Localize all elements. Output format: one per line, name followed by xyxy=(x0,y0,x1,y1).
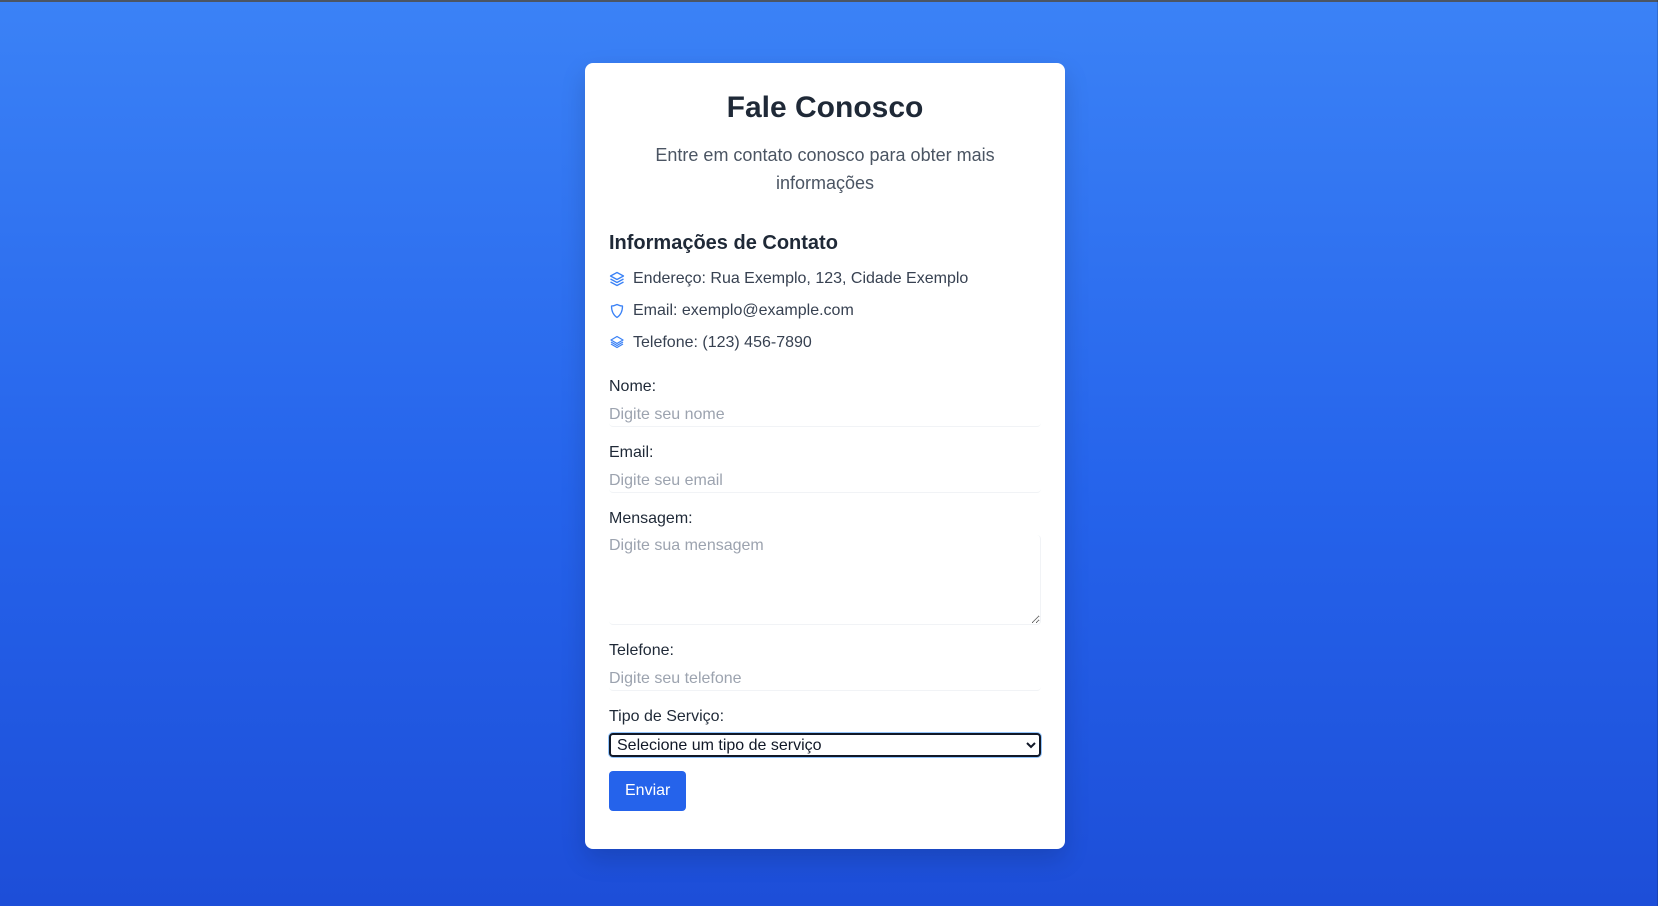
message-textarea[interactable] xyxy=(609,535,1041,625)
contact-email-text: Email: exemplo@example.com xyxy=(633,302,854,319)
contact-form: Nome: Email: Mensagem: Telefone: Tipo de… xyxy=(609,377,1041,811)
name-label: Nome: xyxy=(609,378,657,395)
submit-button[interactable]: Enviar xyxy=(609,771,687,811)
page-subtitle: Entre em contato conosco para obter mais… xyxy=(655,145,995,193)
phone-field-group: Telefone: xyxy=(609,641,1041,691)
service-field-group: Tipo de Serviço: Selecione um tipo de se… xyxy=(609,707,1041,757)
message-field-group: Mensagem: xyxy=(609,509,1041,625)
layers-icon xyxy=(609,335,625,351)
phone-label: Telefone: xyxy=(609,642,674,659)
contact-address: Endereço: Rua Exemplo, 123, Cidade Exemp… xyxy=(609,263,1041,295)
shield-icon xyxy=(609,303,625,319)
contact-phone-text: Telefone: (123) 456-7890 xyxy=(633,334,812,351)
page-title: Fale Conosco xyxy=(726,91,924,124)
message-label: Mensagem: xyxy=(609,510,693,527)
contact-email: Email: exemplo@example.com xyxy=(609,295,1041,327)
email-input[interactable] xyxy=(609,469,1041,493)
layers-icon xyxy=(609,271,625,287)
service-select[interactable]: Selecione um tipo de serviço xyxy=(609,733,1041,757)
contact-address-text: Endereço: Rua Exemplo, 123, Cidade Exemp… xyxy=(633,270,969,287)
contact-info-list: Endereço: Rua Exemplo, 123, Cidade Exemp… xyxy=(609,263,1041,359)
phone-input[interactable] xyxy=(609,667,1041,691)
contact-card: Fale Conosco Entre em contato conosco pa… xyxy=(585,63,1065,849)
browser-top-border xyxy=(0,0,1658,2)
email-field-group: Email: xyxy=(609,443,1041,493)
contact-phone: Telefone: (123) 456-7890 xyxy=(609,327,1041,359)
name-field-group: Nome: xyxy=(609,377,1041,427)
contact-info-title: Informações de Contato xyxy=(609,232,838,254)
service-label: Tipo de Serviço: xyxy=(609,708,725,725)
name-input[interactable] xyxy=(609,403,1041,427)
email-label: Email: xyxy=(609,444,654,461)
